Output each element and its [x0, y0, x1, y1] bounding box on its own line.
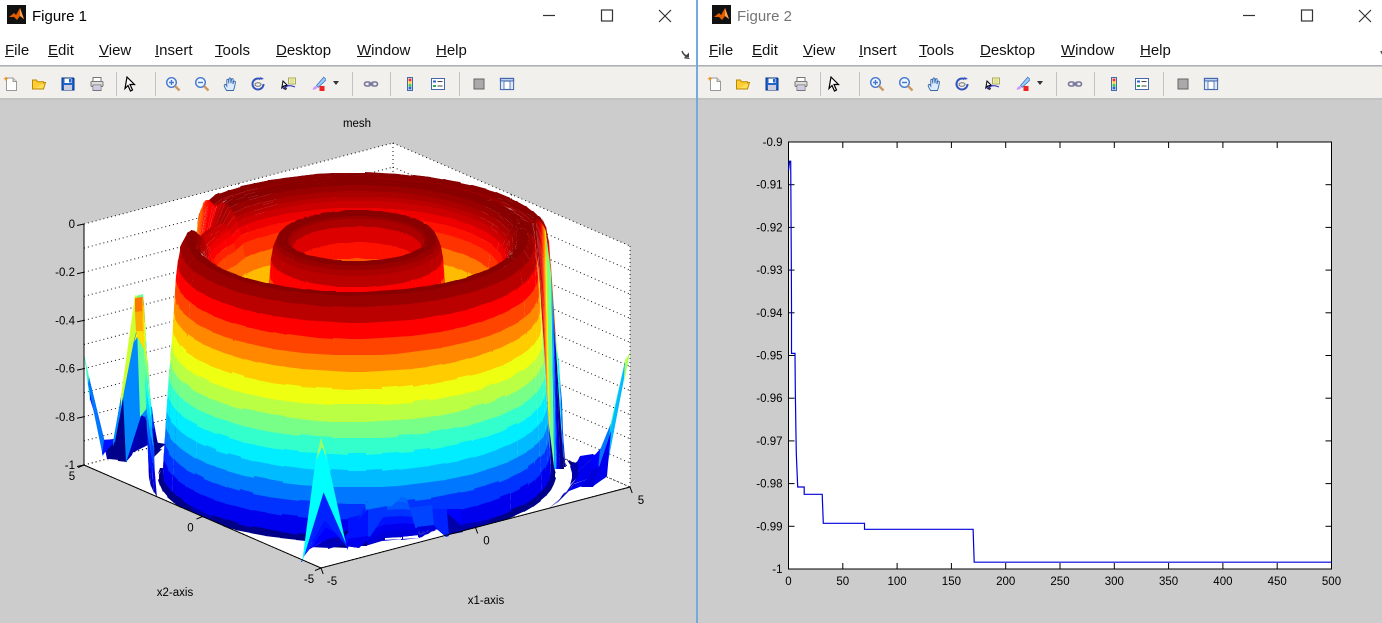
svg-text:0: 0: [483, 536, 489, 548]
svg-text:450: 450: [1268, 576, 1287, 588]
svg-text:50: 50: [836, 576, 849, 588]
svg-text:-0.96: -0.96: [756, 393, 782, 405]
svg-text:300: 300: [1105, 576, 1124, 588]
svg-text:-0.9: -0.9: [763, 137, 783, 149]
svg-text:-0.99: -0.99: [756, 521, 782, 533]
svg-text:200: 200: [996, 576, 1015, 588]
svg-text:0: 0: [69, 219, 75, 231]
svg-text:-1: -1: [772, 564, 782, 576]
svg-text:5: 5: [69, 471, 75, 483]
svg-text:150: 150: [942, 576, 961, 588]
svg-text:-0.6: -0.6: [55, 364, 75, 376]
svg-text:-0.97: -0.97: [756, 436, 782, 448]
svg-text:x1-axis: x1-axis: [468, 595, 505, 607]
svg-text:400: 400: [1213, 576, 1232, 588]
svg-text:-0.2: -0.2: [55, 267, 75, 279]
svg-text:-5: -5: [327, 576, 337, 588]
svg-text:-0.92: -0.92: [756, 222, 782, 234]
svg-text:-0.8: -0.8: [55, 412, 75, 424]
svg-text:-0.98: -0.98: [756, 479, 782, 491]
svg-text:100: 100: [888, 576, 907, 588]
svg-text:500: 500: [1322, 576, 1341, 588]
svg-text:-0.4: -0.4: [55, 315, 75, 327]
svg-text:0: 0: [785, 576, 791, 588]
svg-text:mesh: mesh: [343, 118, 371, 130]
svg-text:5: 5: [638, 495, 644, 507]
svg-text:x2-axis: x2-axis: [157, 587, 194, 599]
svg-text:250: 250: [1050, 576, 1069, 588]
svg-text:0: 0: [187, 523, 193, 535]
svg-text:350: 350: [1159, 576, 1178, 588]
svg-text:-0.93: -0.93: [756, 265, 782, 277]
svg-text:-0.94: -0.94: [756, 308, 783, 320]
svg-text:-5: -5: [304, 574, 314, 586]
svg-text:-0.91: -0.91: [756, 180, 782, 192]
svg-text:-0.95: -0.95: [756, 351, 782, 363]
